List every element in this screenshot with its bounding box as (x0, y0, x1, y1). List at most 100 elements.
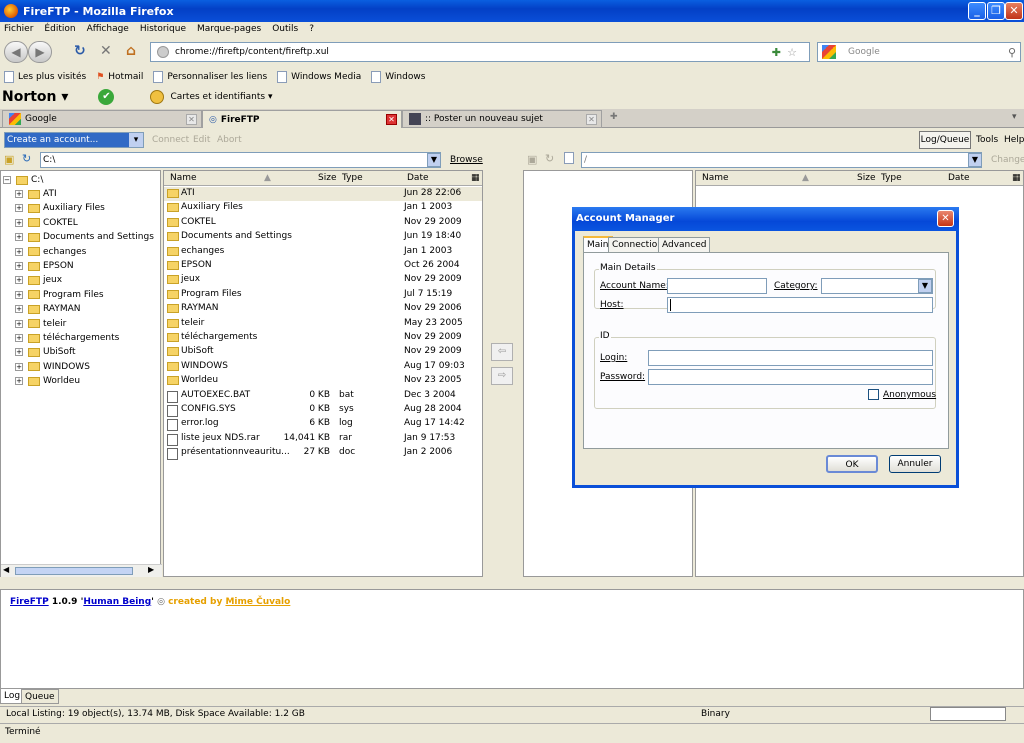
forward-button[interactable]: ▶ (28, 41, 52, 63)
column-picker-icon[interactable]: ▦ (471, 173, 480, 183)
tree-item[interactable]: + UbiSoft (15, 345, 76, 359)
anonymous-checkbox[interactable] (868, 389, 879, 400)
edit-button[interactable]: Edit (193, 135, 210, 145)
browse-button[interactable]: Browse (450, 155, 483, 165)
tree-item[interactable]: + COKTEL (15, 216, 78, 230)
abort-button[interactable]: Abort (217, 135, 242, 145)
search-input[interactable]: Google ⚲ (817, 42, 1021, 62)
file-row[interactable]: echanges Jan 1 2003 (164, 245, 482, 259)
refresh-icon[interactable]: ↻ (22, 152, 31, 165)
file-row[interactable]: jeux Nov 29 2009 (164, 273, 482, 287)
tree-item[interactable]: + EPSON (15, 259, 74, 273)
file-row[interactable]: téléchargements Nov 29 2009 (164, 331, 482, 345)
category-select[interactable]: ▼ (821, 278, 933, 294)
expand-icon[interactable]: + (15, 204, 23, 213)
fireftp-link[interactable]: FireFTP (10, 597, 49, 607)
transfer-mode[interactable]: Binary (701, 709, 730, 719)
file-row[interactable]: Documents and Settings Jun 19 18:40 (164, 230, 482, 244)
codename-link[interactable]: Human Being (83, 597, 151, 607)
expand-icon[interactable]: + (15, 218, 23, 227)
tab-poster-sujet[interactable]: :: Poster un nouveau sujet ✕ (402, 110, 602, 128)
col-date[interactable]: Date (407, 173, 429, 183)
tree-item[interactable]: + ATI (15, 187, 57, 201)
col-size[interactable]: Size (318, 173, 336, 183)
file-row[interactable]: Worldeu Nov 23 2005 (164, 374, 482, 388)
col-name[interactable]: Name (170, 173, 197, 183)
horizontal-scrollbar[interactable]: ◀ ▶ (1, 564, 162, 577)
tree-item[interactable]: + Program Files (15, 288, 104, 302)
menu-marque-pages[interactable]: Marque-pages (197, 24, 261, 34)
author-link[interactable]: Mime Čuvalo (225, 597, 290, 607)
norton-logo[interactable]: Norton ▾ (2, 89, 68, 105)
tab-list-icon[interactable]: ▾ (1012, 112, 1017, 122)
file-row[interactable]: UbiSoft Nov 29 2009 (164, 345, 482, 359)
refresh-icon[interactable]: ↻ (545, 152, 554, 165)
cancel-button[interactable]: Annuler (889, 455, 941, 473)
chevron-down-icon[interactable]: ▼ (968, 153, 982, 167)
scroll-left-icon[interactable]: ◀ (3, 565, 9, 574)
minimize-button[interactable]: _ (968, 2, 986, 20)
tree-item[interactable]: + téléchargements (15, 331, 119, 345)
tree-item[interactable]: + WINDOWS (15, 360, 90, 374)
collapse-icon[interactable]: − (3, 176, 11, 184)
reload-icon[interactable]: ↻ (74, 43, 86, 59)
expand-icon[interactable]: + (15, 319, 23, 328)
file-row[interactable]: EPSON Oct 26 2004 (164, 259, 482, 273)
local-path-input[interactable]: C:\ (40, 152, 441, 168)
password-field[interactable] (648, 369, 933, 385)
col-size[interactable]: Size (857, 173, 875, 183)
file-row[interactable]: liste jeux NDS.rar 14,041 KB rar Jan 9 17:5… (164, 432, 482, 446)
file-row[interactable]: AUTOEXEC.BAT 0 KB bat Dec 3 2004 (164, 389, 482, 403)
home-icon[interactable]: ⌂ (126, 43, 136, 59)
expand-icon[interactable]: + (15, 362, 23, 371)
tree-item[interactable]: + Documents and Settings (15, 230, 154, 244)
bookmark-windows-media[interactable]: Windows Media (277, 71, 361, 83)
connect-button[interactable]: Connect (152, 135, 189, 145)
file-row[interactable]: présentationnveauritu... 27 KB doc Jan 2 20… (164, 446, 482, 461)
scroll-thumb[interactable] (15, 567, 133, 575)
menu-affichage[interactable]: Affichage (87, 24, 129, 34)
column-picker-icon[interactable]: ▦ (1012, 173, 1021, 183)
dialog-close-button[interactable]: ✕ (937, 210, 954, 227)
back-button[interactable]: ◀ (4, 41, 28, 63)
magnifier-icon[interactable]: ⚲ (1008, 46, 1016, 59)
file-row[interactable]: RAYMAN Nov 29 2006 (164, 302, 482, 316)
change-button[interactable]: Change (991, 155, 1024, 165)
tab-google[interactable]: Google ✕ (2, 110, 202, 128)
ok-button[interactable]: OK (826, 455, 878, 473)
menu-edition[interactable]: Édition (44, 24, 75, 34)
folder-up-icon[interactable]: ▣ (527, 153, 537, 166)
expand-icon[interactable]: + (15, 276, 23, 285)
close-window-button[interactable]: ✕ (1005, 2, 1023, 20)
url-bar[interactable]: chrome://fireftp/content/fireftp.xul ✚ ☆ (150, 42, 810, 62)
tree-item[interactable]: + Worldeu (15, 374, 80, 388)
expand-icon[interactable]: + (15, 262, 23, 270)
host-field[interactable] (667, 297, 933, 313)
col-date[interactable]: Date (948, 173, 970, 183)
menu-help[interactable]: ? (309, 24, 314, 34)
scroll-right-icon[interactable]: ▶ (148, 565, 154, 574)
tree-item[interactable]: + jeux (15, 273, 62, 287)
col-type[interactable]: Type (342, 173, 363, 183)
close-tab-icon[interactable]: ✕ (386, 114, 397, 125)
expand-icon[interactable]: + (15, 233, 23, 242)
expand-icon[interactable]: + (15, 377, 23, 386)
account-name-field[interactable] (667, 278, 767, 294)
help-menu[interactable]: Help (1004, 135, 1024, 145)
log-panel[interactable]: FireFTP 1.0.9 'Human Being' ◎ created by… (0, 589, 1024, 689)
folder-up-icon[interactable]: ▣ (4, 153, 14, 166)
tab-queue[interactable]: Queue (21, 689, 59, 704)
expand-icon[interactable]: + (15, 348, 23, 357)
close-tab-icon[interactable]: ✕ (586, 114, 597, 125)
upload-arrow-button[interactable]: ⇨ (491, 367, 513, 385)
menu-fichier[interactable]: Fichier (4, 24, 33, 34)
file-row[interactable]: teleir May 23 2005 (164, 317, 482, 331)
file-row[interactable]: Program Files Jul 7 15:19 (164, 288, 482, 302)
tree-item[interactable]: + echanges (15, 245, 86, 259)
expand-icon[interactable]: + (15, 290, 23, 299)
bookmark-personalize-links[interactable]: Personnaliser les liens (153, 71, 267, 83)
expand-icon[interactable]: + (15, 305, 23, 314)
norton-check-icon[interactable]: ✔ (98, 89, 115, 105)
menu-historique[interactable]: Historique (140, 24, 186, 34)
download-arrow-button[interactable]: ⇦ (491, 343, 513, 361)
